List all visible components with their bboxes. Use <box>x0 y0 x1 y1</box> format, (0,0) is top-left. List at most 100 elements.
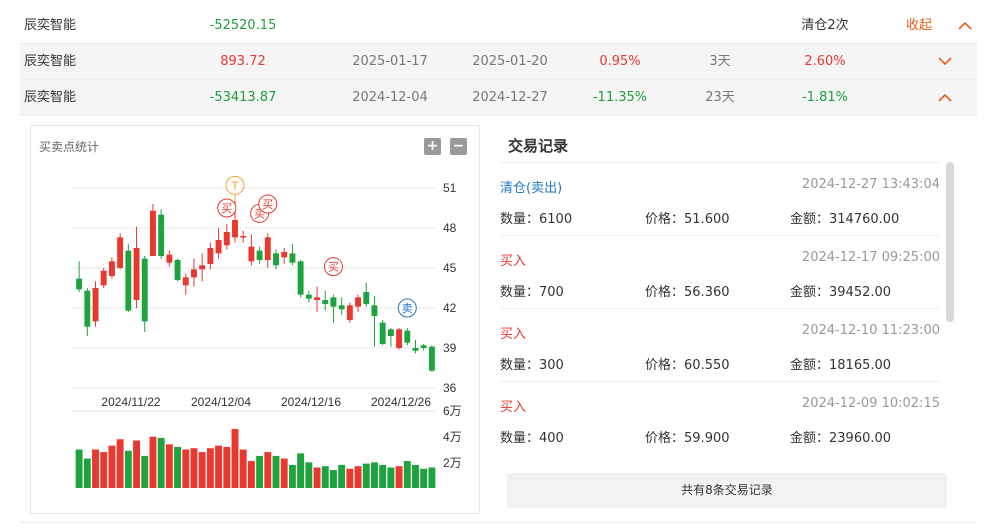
trade-time: 2024-12-17 09:25:00 <box>801 250 940 265</box>
chevron-down-icon[interactable] <box>938 44 952 80</box>
date-axis-label: 2024/12/04 <box>191 395 251 409</box>
stock-name: 辰奕智能 <box>24 54 77 69</box>
volume-bar <box>206 448 214 488</box>
candle-body <box>404 330 411 343</box>
candle-body <box>149 210 156 256</box>
candle-body <box>322 300 329 304</box>
trade-type: 买入 <box>500 400 527 415</box>
candle-body <box>199 265 206 270</box>
trade-quantity: 数量：300 <box>500 358 564 373</box>
candle-body <box>191 269 197 278</box>
trade-price: 价格：51.600 <box>645 212 730 227</box>
volume-bar <box>133 440 140 488</box>
volume-bar <box>403 461 411 488</box>
date-axis-label: 2024/11/22 <box>101 395 160 409</box>
price-tick-label: 39 <box>443 341 457 355</box>
volume-bar <box>428 467 436 488</box>
sell-date: 2024-12-27 <box>472 90 548 105</box>
stock-name: 辰奕智能 <box>24 90 77 105</box>
volume-tick-label: 4万 <box>443 430 462 444</box>
buy-marker-label: 买 <box>221 202 232 215</box>
trade-item: 买入 2024-12-17 09:25:00 数量：700 价格：56.360 … <box>500 236 940 309</box>
volume-bar <box>264 452 272 488</box>
trade-round-row[interactable]: 辰奕智能 -53413.87 2024-12-04 2024-12-27 -11… <box>20 80 977 116</box>
return-percent: 0.95% <box>599 54 641 69</box>
volume-bar <box>371 462 378 488</box>
candle-body <box>108 261 115 276</box>
candle-body <box>412 348 419 351</box>
trade-amount: 金额：39452.00 <box>790 285 892 300</box>
trade-price: 价格：56.360 <box>645 285 730 300</box>
volume-bar <box>354 466 362 488</box>
volume-bar <box>231 428 239 488</box>
divider <box>20 522 977 523</box>
candle-body <box>273 253 279 266</box>
volume-bar <box>174 446 182 488</box>
trade-quantity: 数量：6100 <box>500 212 573 227</box>
buy-sell-chart-panel: 买卖点统计 + − 51 48 45 42 39 36 6万 4万 2万 2024/11/22 20… <box>30 125 480 514</box>
volume-bar <box>92 449 99 488</box>
all-trades-button[interactable]: 共有8条交易记录 <box>507 473 947 508</box>
trade-item: 买入 2024-12-10 11:23:00 数量：300 价格：60.550 … <box>500 309 940 382</box>
candle-body <box>420 345 427 348</box>
trade-type: 买入 <box>500 254 527 269</box>
candle-body <box>223 232 230 246</box>
stock-name: 辰奕智能 <box>24 18 77 33</box>
trade-type: 清仓(卖出) <box>500 181 563 196</box>
profit-loss: 893.72 <box>220 54 266 69</box>
date-axis-label: 2024/12/16 <box>281 395 341 409</box>
candle-body <box>289 253 296 263</box>
collapse-button[interactable]: 收起 <box>906 8 932 44</box>
candle-body <box>117 237 124 268</box>
volume-bar <box>338 464 346 488</box>
trade-records-title: 交易记录 <box>508 137 569 155</box>
trade-price: 价格：60.550 <box>645 358 730 373</box>
candle-body <box>182 277 189 286</box>
candle-body <box>396 329 403 348</box>
volume-bar <box>165 444 173 488</box>
candle-body <box>84 290 91 327</box>
sell-marker-label: 卖 <box>402 302 413 315</box>
volume-bar <box>141 455 149 488</box>
candle-body <box>355 297 362 307</box>
volume-bar <box>329 470 337 488</box>
trade-amount: 金额：18165.00 <box>790 358 892 373</box>
candle-body <box>256 250 263 260</box>
volume-bar <box>313 467 321 488</box>
position-summary-row[interactable]: 辰奕智能 -52520.15 清仓2次 收起 <box>20 8 977 44</box>
candle-body <box>297 261 304 295</box>
price-tick-label: 36 <box>443 381 457 395</box>
candle-body <box>264 237 271 260</box>
candle-body <box>174 260 181 280</box>
trade-list-scrollbar[interactable] <box>946 162 954 322</box>
candle-body <box>338 305 345 310</box>
candle-body <box>125 250 132 311</box>
date-axis-label: 2024/12/26 <box>371 395 431 409</box>
trade-time: 2024-12-10 11:23:00 <box>801 323 940 338</box>
trade-time: 2024-12-27 13:43:04 <box>801 177 940 192</box>
trade-item: 清仓(卖出) 2024-12-27 13:43:04 数量：6100 价格：51… <box>500 163 940 236</box>
candle-body <box>92 288 99 322</box>
volume-bar <box>412 464 419 488</box>
volume-bar <box>256 455 264 488</box>
volume-bar <box>362 463 370 488</box>
trade-list[interactable]: 清仓(卖出) 2024-12-27 13:43:04 数量：6100 价格：51… <box>500 162 940 454</box>
trade-round-row[interactable]: 辰奕智能 893.72 2025-01-17 2025-01-20 0.95% … <box>20 44 977 80</box>
volume-bar <box>116 439 124 488</box>
position-list: 辰奕智能 -52520.15 清仓2次 收起 辰奕智能 893.72 2025-… <box>20 8 977 116</box>
return-percent: -11.35% <box>592 90 648 105</box>
chevron-up-icon[interactable] <box>938 80 952 116</box>
chevron-up-icon[interactable] <box>958 8 972 44</box>
volume-bar <box>239 449 247 488</box>
candle-body <box>330 297 337 307</box>
volume-bar <box>157 437 165 488</box>
volume-bar <box>346 468 354 488</box>
volume-bar <box>297 453 305 488</box>
candle-body <box>207 248 214 264</box>
candlestick-chart[interactable]: 51 48 45 42 39 36 6万 4万 2万 2024/11/22 2024/12/04 20… <box>31 126 481 515</box>
trade-quantity: 数量：700 <box>500 285 564 300</box>
price-tick-label: 51 <box>443 181 457 195</box>
price-tick-label: 45 <box>443 261 457 275</box>
volume-bar <box>124 450 132 488</box>
volume-tick-label: 6万 <box>443 404 462 418</box>
